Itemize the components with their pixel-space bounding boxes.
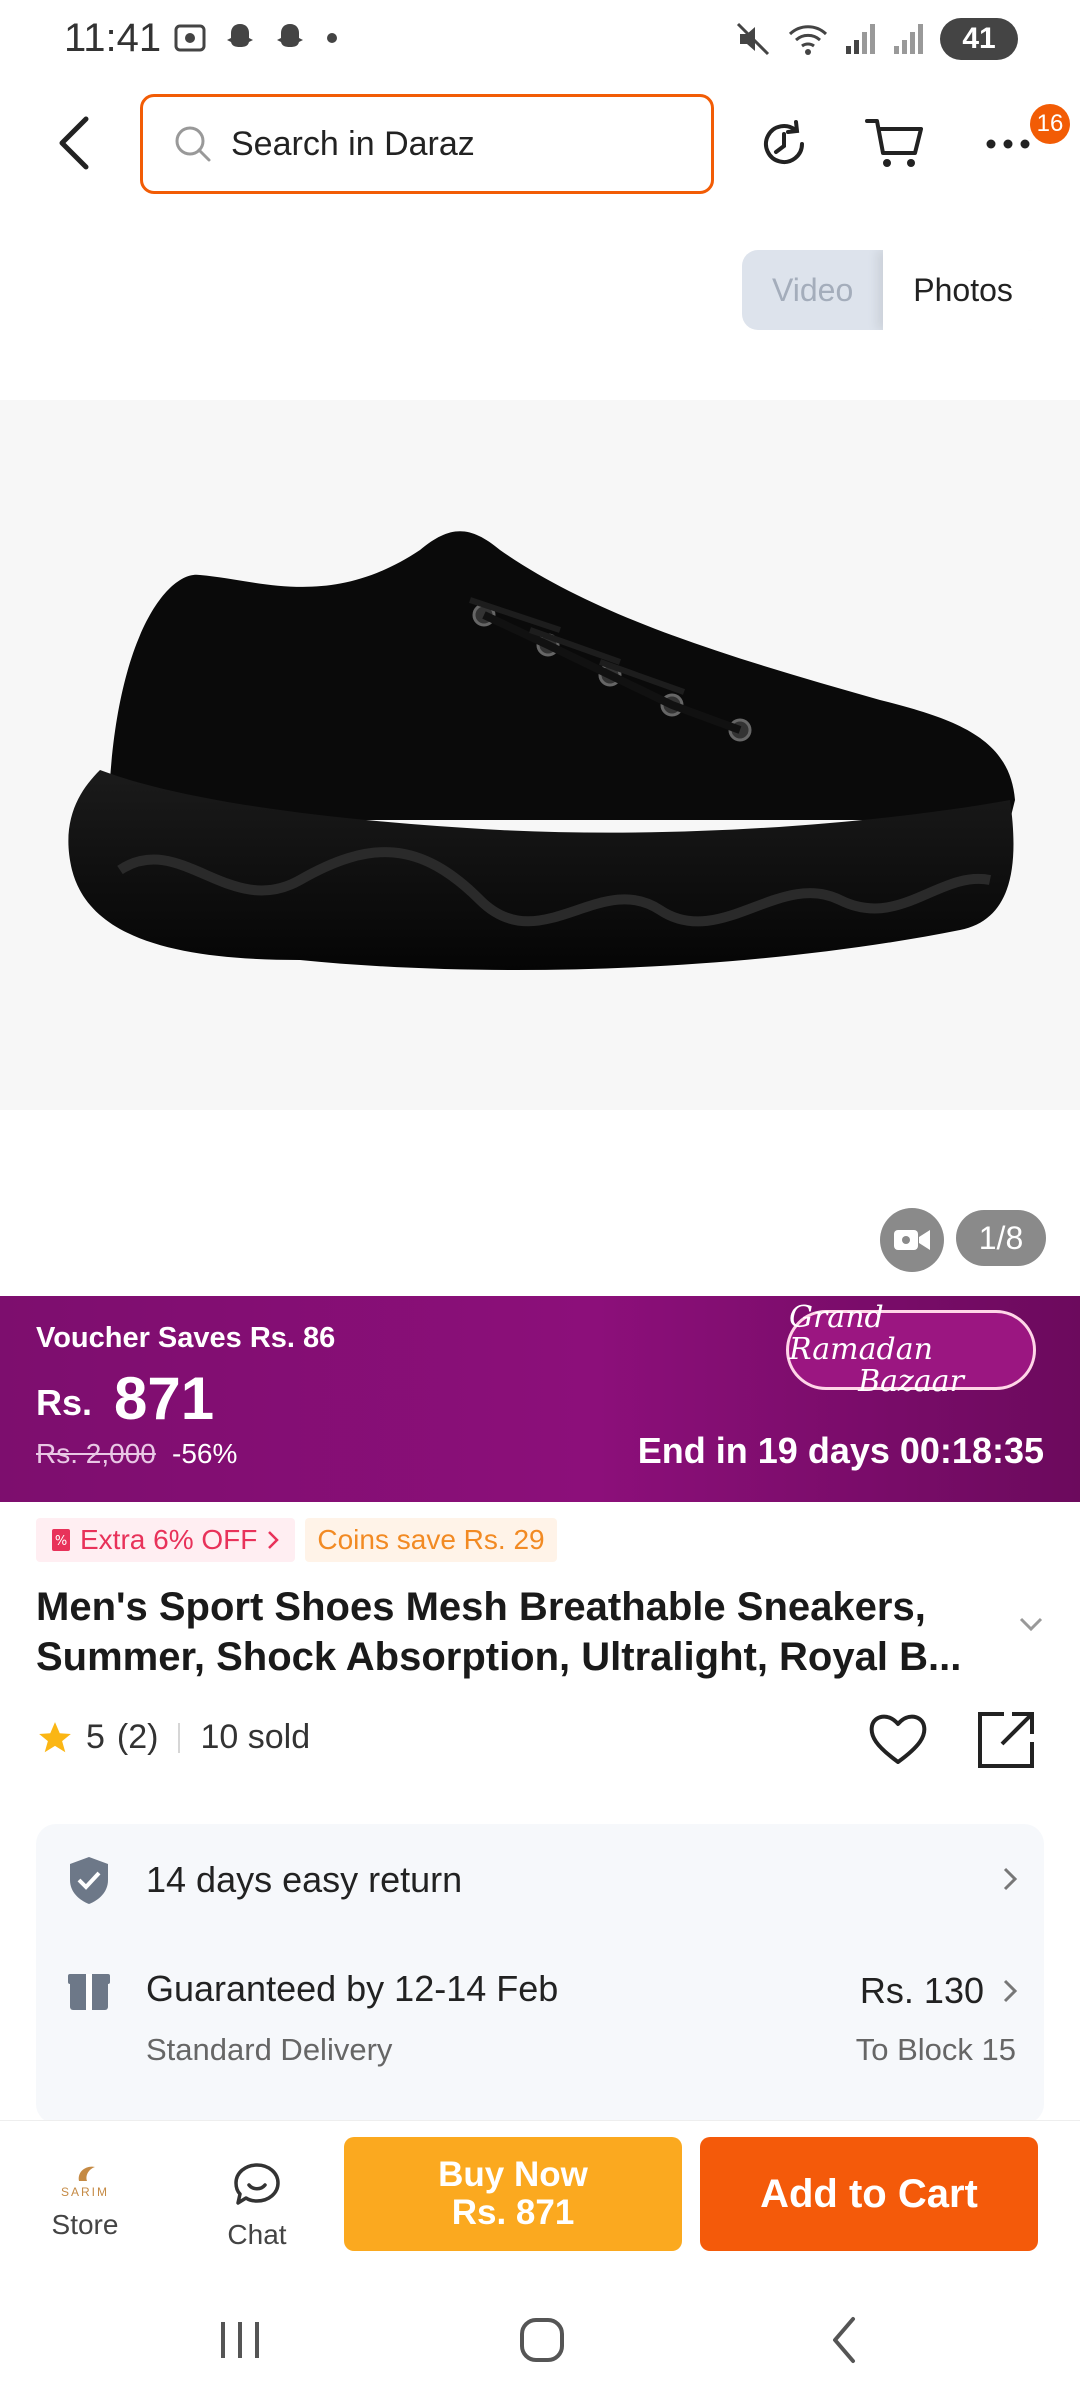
battery-indicator: 41	[940, 18, 1018, 60]
system-nav-bar	[0, 2270, 1080, 2400]
battery-level: 41	[962, 22, 996, 55]
tab-video[interactable]: Video	[742, 250, 884, 330]
campaign-logo: Grand Ramadan Bazaar	[786, 1302, 1036, 1398]
return-policy-row[interactable]: 14 days easy return	[66, 1854, 462, 1906]
mute-icon	[736, 22, 770, 56]
chevron-right-icon	[268, 1531, 280, 1549]
status-bar: 11:41 41	[0, 0, 1080, 80]
price-value: 871	[114, 1365, 215, 1432]
campaign-line1: Grand Ramadan	[789, 1300, 933, 1367]
back-nav-button[interactable]	[804, 2310, 884, 2370]
store-label: Store	[51, 2209, 119, 2240]
product-image[interactable]	[0, 400, 1080, 1110]
snapchat-icon	[227, 24, 253, 47]
delivery-row[interactable]: Guaranteed by 12-14 Feb	[66, 1966, 558, 2012]
recent-apps-icon	[221, 2322, 259, 2358]
back-button[interactable]	[44, 108, 104, 178]
top-header: Search in Daraz 16	[0, 90, 1080, 200]
delivery-price: Rs. 130	[859, 1970, 984, 2011]
dot-icon	[327, 33, 337, 43]
signal-icon	[894, 24, 923, 54]
cart-button[interactable]	[862, 112, 926, 176]
rating-row[interactable]: 5 (2) 10 sold	[36, 1718, 310, 1757]
image-counter: 1/8	[956, 1210, 1046, 1266]
history-button[interactable]	[752, 112, 816, 176]
shield-check-icon	[70, 1857, 108, 1904]
chevron-right-icon	[1003, 1867, 1018, 1891]
product-title: Men's Sport Shoes Mesh Breathable Sneake…	[36, 1585, 962, 1679]
promo-banner: Voucher Saves Rs. 86 Rs. 871 Rs. 2,000 -…	[0, 1296, 1080, 1502]
status-time: 11:41	[64, 16, 162, 60]
status-notification-icons	[172, 20, 342, 56]
review-count: (2)	[116, 1718, 159, 1756]
status-system-icons: 41	[734, 18, 1018, 60]
store-logo-icon	[78, 2166, 95, 2181]
home-button[interactable]	[502, 2310, 582, 2370]
signal-icon	[846, 24, 875, 54]
price-currency: Rs.	[36, 1382, 93, 1423]
screenshot-icon	[174, 24, 206, 52]
store-logo-text: SARIM	[60, 2185, 109, 2199]
delivery-type: Standard Delivery	[146, 2032, 393, 2067]
delivery-destination: To Block 15	[855, 2032, 1016, 2067]
delivery-label: Guaranteed by 12-14 Feb	[146, 1968, 559, 2009]
divider	[178, 1722, 181, 1753]
chat-icon	[234, 2163, 280, 2205]
original-price: Rs. 2,000	[36, 1438, 156, 1469]
home-icon	[520, 2318, 564, 2362]
voucher-text: Voucher Saves Rs. 86	[36, 1322, 336, 1354]
sold-count: 10 sold	[200, 1718, 311, 1756]
shoe-image	[68, 531, 1015, 970]
search-placeholder: Search in Daraz	[231, 124, 475, 163]
heart-icon[interactable]	[866, 1708, 930, 1768]
buy-now-label: Buy Now	[438, 2155, 588, 2194]
svg-text:%: %	[55, 1534, 67, 1549]
search-input[interactable]: Search in Daraz	[140, 94, 714, 194]
countdown-timer: End in 19 days 00:18:35	[637, 1430, 1044, 1471]
rating-value: 5	[86, 1718, 105, 1756]
back-icon	[59, 116, 89, 170]
voucher-icon: %	[52, 1529, 70, 1551]
share-icon[interactable]	[974, 1708, 1038, 1772]
video-play-button[interactable]	[880, 1208, 944, 1272]
chevron-down-icon[interactable]	[1016, 1614, 1046, 1634]
more-icon	[986, 139, 1030, 149]
return-policy-label: 14 days easy return	[146, 1859, 463, 1900]
extra-off-tag[interactable]: % Extra 6% OFF	[36, 1518, 296, 1562]
video-camera-icon	[894, 1230, 930, 1250]
search-icon	[175, 126, 211, 162]
campaign-line2: Bazaar	[858, 1364, 964, 1399]
recent-apps-button[interactable]	[200, 2310, 280, 2370]
bottom-action-bar: SARIM Store Chat Buy Now Rs. 871 Add to …	[0, 2120, 1080, 2270]
cart-count-badge: 16	[1030, 104, 1070, 144]
chat-button[interactable]: Chat	[212, 2161, 302, 2251]
chevron-right-icon	[1003, 1979, 1018, 2003]
extra-off-label: Extra 6% OFF	[80, 1524, 258, 1555]
buy-now-button[interactable]: Buy Now Rs. 871	[344, 2137, 682, 2251]
coins-tag[interactable]: Coins save Rs. 29	[305, 1518, 557, 1562]
back-nav-icon	[833, 2317, 855, 2363]
tab-photos[interactable]: Photos	[883, 250, 1043, 330]
gift-box-icon	[68, 1974, 110, 2010]
history-icon	[764, 120, 804, 165]
promo-tags: % Extra 6% OFF Coins save Rs. 29	[36, 1518, 557, 1562]
buy-now-price: Rs. 871	[451, 2193, 575, 2232]
star-icon	[39, 1721, 71, 1752]
store-button[interactable]: SARIM Store	[40, 2161, 130, 2241]
add-to-cart-button[interactable]: Add to Cart	[700, 2137, 1038, 2251]
discount-percent: -56%	[172, 1438, 238, 1469]
snapchat-icon	[277, 24, 303, 47]
wifi-icon	[788, 25, 828, 55]
chat-label: Chat	[227, 2219, 287, 2250]
cart-icon	[865, 119, 923, 167]
media-toggle: Video Photos	[742, 250, 1043, 330]
service-card: 14 days easy return Guaranteed by 12-14 …	[36, 1824, 1044, 2124]
